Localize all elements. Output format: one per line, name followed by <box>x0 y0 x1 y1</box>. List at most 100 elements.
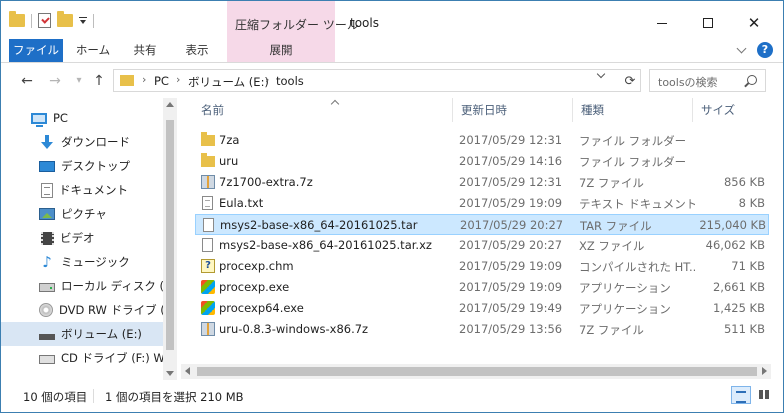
file-type: ファイル フォルダー <box>579 155 687 169</box>
nav-item-pictures[interactable]: ピクチャ <box>1 202 163 226</box>
file-size: 856 KB <box>723 175 765 189</box>
tab-view[interactable]: 表示 <box>175 39 219 62</box>
file-name: 7z1700-extra.7z <box>219 175 313 189</box>
help-icon[interactable]: ? <box>757 42 773 58</box>
close-icon: ✕ <box>747 13 761 32</box>
expand-ribbon-icon[interactable] <box>737 44 747 54</box>
file-name: msys2-base-x86_64-20161025.tar.xz <box>219 238 432 252</box>
nav-item-desktop[interactable]: デスクトップ <box>1 154 163 178</box>
nav-item-pc[interactable]: PC <box>1 106 163 130</box>
back-button[interactable]: ← <box>17 71 37 91</box>
archive-icon <box>201 322 215 336</box>
up-button[interactable]: ↑ <box>89 71 109 91</box>
dvd-icon <box>39 303 53 317</box>
breadcrumb-tools[interactable]: tools <box>276 74 304 88</box>
address-dropdown-icon[interactable] <box>597 71 605 79</box>
new-folder-icon[interactable] <box>57 11 73 27</box>
file-type: ファイル フォルダー <box>579 134 687 148</box>
file-date: 2017/05/29 19:49 <box>459 301 563 315</box>
scroll-up-icon[interactable] <box>166 102 174 107</box>
nav-item-documents[interactable]: ドキュメント <box>1 178 163 202</box>
explorer-window: 圧縮フォルダー ツール tools ✕ ファイル ホーム 共有 表示 展開 ? … <box>0 0 784 413</box>
scroll-right-icon[interactable] <box>762 367 767 375</box>
breadcrumb-pc[interactable]: PC <box>154 74 169 88</box>
tab-file[interactable]: ファイル <box>9 39 63 62</box>
file-row[interactable]: 7z1700-extra.7z 2017/05/29 12:31 7Z ファイル… <box>195 172 769 193</box>
file-list: 名前 更新日時 種類 サイズ 7za 2017/05/29 12:31 ファイル… <box>181 98 771 364</box>
large-icons-view-icon[interactable] <box>755 386 775 404</box>
column-header-date[interactable]: 更新日時 <box>453 98 573 122</box>
details-view-icon[interactable] <box>731 386 751 404</box>
file-size: 2,661 KB <box>712 280 765 294</box>
document-icon <box>41 182 53 198</box>
file-type: コンパイルされた HT... <box>579 260 695 274</box>
pc-icon <box>31 112 47 127</box>
nav-item-downloads[interactable]: ダウンロード <box>1 130 163 154</box>
item-count: 10 個の項目 <box>23 390 88 404</box>
nav-item-label: ミュージック <box>61 255 130 269</box>
nav-item-volume-e[interactable]: ボリューム (E:) <box>1 322 163 346</box>
file-row[interactable]: msys2-base-x86_64-20161025.tar.xz 2017/0… <box>195 235 769 256</box>
refresh-button[interactable]: ⟳ <box>621 73 639 91</box>
column-header-name[interactable]: 名前 <box>193 98 453 122</box>
exe-icon <box>201 280 215 294</box>
nav-item-videos[interactable]: ビデオ <box>1 226 163 250</box>
file-type: XZ ファイル <box>579 239 645 253</box>
window-title: tools <box>350 16 379 30</box>
nav-item-music[interactable]: ♪ ミュージック <box>1 250 163 274</box>
file-date: 2017/05/29 19:09 <box>459 280 563 294</box>
nav-scrollbar[interactable] <box>163 98 177 380</box>
maximize-button[interactable] <box>685 9 731 37</box>
file-name: procexp.exe <box>219 280 290 294</box>
tab-share[interactable]: 共有 <box>123 39 167 62</box>
file-type: アプリケーション <box>579 281 671 295</box>
nav-item-dvd-d[interactable]: DVD RW ドライブ (D: <box>1 298 163 322</box>
nav-item-label: ビデオ <box>60 231 95 245</box>
file-row[interactable]: procexp.exe 2017/05/29 19:09 アプリケーション 2,… <box>195 277 769 298</box>
file-name: msys2-base-x86_64-20161025.tar <box>220 218 418 232</box>
file-row[interactable]: procexp64.exe 2017/05/29 19:49 アプリケーション … <box>195 298 769 319</box>
scroll-thumb[interactable] <box>197 367 757 376</box>
folder-icon <box>120 75 134 86</box>
nav-item-local-disk-c[interactable]: ローカル ディスク (C:) <box>1 274 163 298</box>
close-button[interactable]: ✕ <box>731 9 777 37</box>
file-row[interactable]: uru-0.8.3-windows-x86.7z 2017/05/29 13:5… <box>195 319 769 340</box>
scroll-down-icon[interactable] <box>166 371 174 376</box>
customize-qat-icon[interactable] <box>79 16 87 25</box>
scroll-left-icon[interactable] <box>185 367 190 375</box>
search-input[interactable]: toolsの検索 <box>649 69 766 92</box>
recent-locations-button[interactable]: ▾ <box>69 71 89 91</box>
folder-icon <box>201 153 215 167</box>
search-placeholder: toolsの検索 <box>658 76 718 89</box>
ribbon-tabs: ファイル ホーム 共有 表示 展開 ? <box>1 39 783 63</box>
scroll-thumb[interactable] <box>166 120 174 350</box>
file-row-selected[interactable]: msys2-base-x86_64-20161025.tar 2017/05/2… <box>195 214 769 235</box>
file-row[interactable]: uru 2017/05/29 14:16 ファイル フォルダー <box>195 151 769 172</box>
file-row[interactable]: ? procexp.chm 2017/05/29 19:09 コンパイルされた … <box>195 256 769 277</box>
address-bar[interactable]: › PC › ボリューム (E:) › tools <box>113 69 641 92</box>
minimize-button[interactable] <box>639 9 685 37</box>
divider <box>93 389 94 403</box>
tab-extract[interactable]: 展開 <box>227 39 335 62</box>
nav-item-label: CD ドライブ (F:) WRE <box>61 351 163 365</box>
context-tab-group-label: 圧縮フォルダー ツール <box>235 18 359 32</box>
nav-item-cd-f[interactable]: CD ドライブ (F:) WRE <box>1 346 163 370</box>
text-file-icon <box>202 196 213 210</box>
file-size: 511 KB <box>723 322 765 336</box>
forward-button[interactable]: → <box>45 71 65 91</box>
column-header-size[interactable]: サイズ <box>693 98 771 122</box>
file-date: 2017/05/29 19:09 <box>459 259 563 273</box>
nav-item-label: デスクトップ <box>61 159 130 173</box>
tab-home[interactable]: ホーム <box>71 39 115 62</box>
horizontal-scrollbar[interactable] <box>181 364 771 379</box>
column-header-type[interactable]: 種類 <box>573 98 693 122</box>
desktop-icon <box>39 160 55 172</box>
file-size: 1,425 KB <box>712 301 765 315</box>
nav-item-label: DVD RW ドライブ (D: <box>59 303 163 317</box>
breadcrumb-volume-e[interactable]: ボリューム (E:) <box>188 74 269 90</box>
file-row[interactable]: 7za 2017/05/29 12:31 ファイル フォルダー <box>195 130 769 151</box>
properties-icon[interactable] <box>38 13 51 28</box>
search-icon <box>747 75 757 85</box>
file-row[interactable]: Eula.txt 2017/05/29 19:09 テキスト ドキュメント 8 … <box>195 193 769 214</box>
divider <box>93 13 94 28</box>
